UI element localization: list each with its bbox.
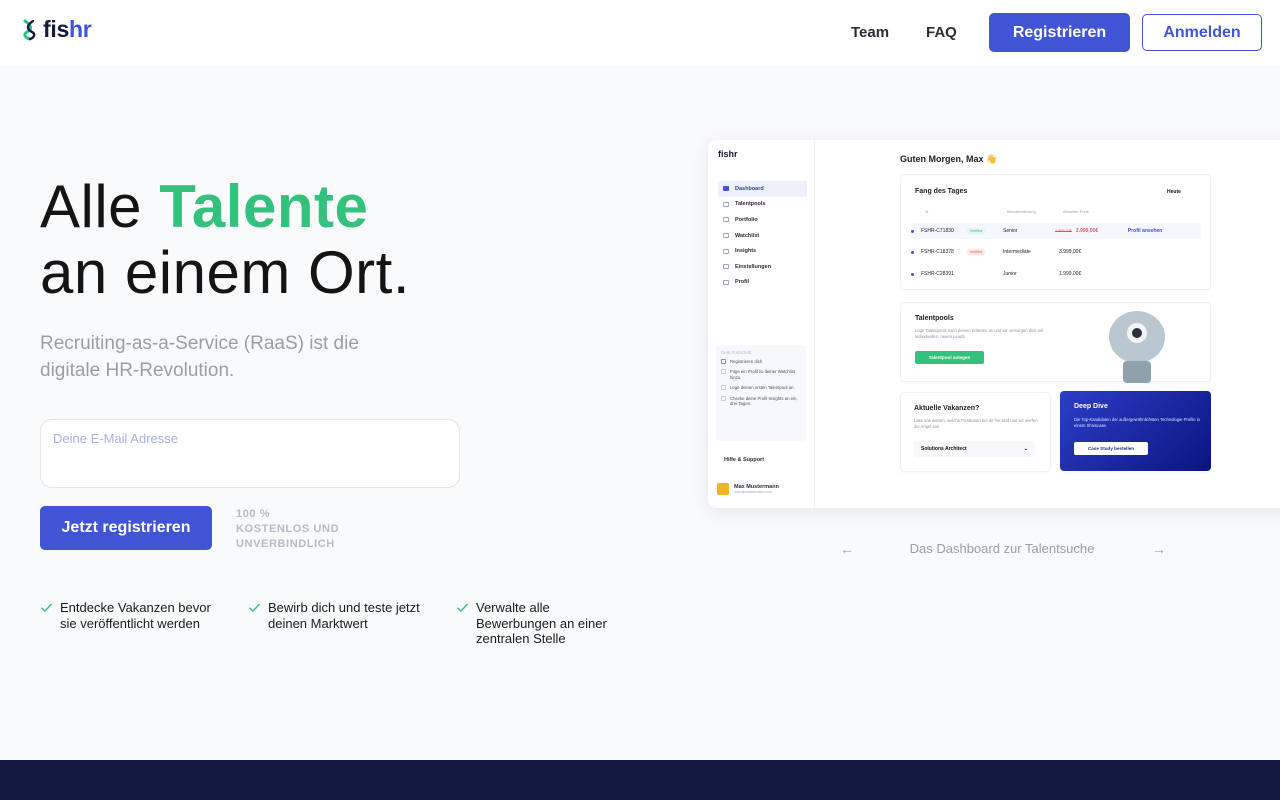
preview-sidebar: fishr Dashboard Talentpools Portfolio Wa… xyxy=(708,140,815,508)
arrow-right-icon[interactable]: → xyxy=(1152,541,1166,557)
preview-menu-item: Watchlist xyxy=(718,228,807,244)
preview-vakanzen-text: Lass uns wissen, welche Positionen bei d… xyxy=(914,418,1038,429)
settings-icon xyxy=(723,264,729,270)
preview-talentpools-text: Lege Talentpools nach deinen Kriterien a… xyxy=(915,328,1044,339)
feature-text: Bewirb dich und teste jetzt deinen Markt… xyxy=(268,600,420,631)
avatar xyxy=(717,483,729,495)
preview-fang-title: Fang des Tages xyxy=(915,188,968,195)
preview-deepdive-title: Deep Dive xyxy=(1074,403,1108,410)
preview-menu-item: Talentpools xyxy=(718,197,807,213)
dashboard-icon xyxy=(723,186,729,192)
preview-table-row: FSHR-C18378 Verified Intermediate 3.999,… xyxy=(911,244,1201,260)
fishr-logo-icon xyxy=(23,19,36,40)
preview-menu-item: Insights xyxy=(718,243,807,259)
carousel-caption: Das Dashboard zur Talentsuche xyxy=(909,541,1095,556)
hero-title-line2: an einem Ort. xyxy=(40,239,410,306)
preview-fang-period: Heute xyxy=(1167,189,1181,195)
login-button[interactable]: Anmelden xyxy=(1142,14,1262,51)
feature-item: Verwalte alle Bewerbungen an einer zentr… xyxy=(456,600,626,647)
free-note: 100 % KOSTENLOS UND UNVERBINDLICH xyxy=(236,508,340,550)
preview-progress-item: Lege deinen ersten Talentpool an. xyxy=(721,385,801,391)
nav-team-link[interactable]: Team xyxy=(851,24,889,41)
preview-talentpool-button: Talentpool anlegen xyxy=(915,351,984,364)
insights-icon xyxy=(723,248,729,254)
feature-item: Bewirb dich und teste jetzt deinen Markt… xyxy=(248,600,428,631)
feature-text: Verwalte alle Bewerbungen an einer zentr… xyxy=(476,600,607,646)
email-field[interactable]: Deine E-Mail Adresse xyxy=(40,419,460,488)
preview-deepdive-button: Case Study bestellen xyxy=(1074,442,1148,455)
preview-menu-item: Dashboard xyxy=(718,181,807,197)
preview-table-row: FSHR-C28391 Junior 1.999,00€ xyxy=(911,266,1201,282)
preview-vakanzen-select: Solutions Architect ⌄ xyxy=(914,441,1035,457)
preview-progress-item: Füge ein Profil zu deiner Watchlist hinz… xyxy=(721,369,801,380)
email-input[interactable] xyxy=(53,452,443,478)
logo-text: fishr xyxy=(43,16,92,42)
hero-title-highlight: Talente xyxy=(159,173,369,240)
nav-faq-link[interactable]: FAQ xyxy=(926,24,957,41)
preview-progress-item: Registrieren dich xyxy=(721,359,801,364)
watchlist-icon xyxy=(723,233,729,239)
preview-talentpools-title: Talentpools xyxy=(915,315,954,322)
preview-deepdive-text: Die Top-Kandidaten der außergewöhnlichst… xyxy=(1074,417,1201,428)
dashboard-preview-image: fishr Dashboard Talentpools Portfolio Wa… xyxy=(708,140,1280,508)
preview-vakanzen-title: Aktuelle Vakanzen? xyxy=(914,405,980,412)
profile-icon xyxy=(723,279,729,285)
preview-progress-title: Dein Fortschritt xyxy=(721,350,752,355)
preview-header-price: Aktueller Preis xyxy=(1063,209,1089,214)
preview-menu-item: Profil xyxy=(718,275,807,291)
register-button[interactable]: Registrieren xyxy=(989,13,1130,52)
signup-button[interactable]: Jetzt registrieren xyxy=(40,506,212,550)
preview-user: Max Mustermann max@mustermann.com xyxy=(717,483,779,495)
binocular-icon xyxy=(1109,311,1165,383)
pool-icon xyxy=(723,201,729,207)
email-label: Deine E-Mail Adresse xyxy=(53,431,178,446)
preview-deepdive-card: Deep Dive Die Top-Kandidaten der außerge… xyxy=(1060,391,1211,471)
preview-user-mail: max@mustermann.com xyxy=(734,490,773,494)
preview-talentpools-card: Talentpools Lege Talentpools nach deinen… xyxy=(900,302,1211,383)
preview-vakanzen-card: Aktuelle Vakanzen? Lass uns wissen, welc… xyxy=(900,392,1051,472)
preview-logo: fishr xyxy=(718,149,738,159)
feature-item: Entdecke Vakanzen bevor sie veröffentlic… xyxy=(40,600,225,631)
hero-subtitle: Recruiting-as-a-Service (RaaS) ist die d… xyxy=(40,333,359,381)
check-icon xyxy=(249,603,261,612)
preview-help: Hilfe & Support xyxy=(724,457,765,463)
carousel-controls: ← Das Dashboard zur Talentsuche → xyxy=(838,540,1168,558)
footer-band xyxy=(0,760,1280,800)
preview-table-row: FSHR-C71830 Verified Senior 2.999,00€ 2.… xyxy=(911,223,1201,239)
preview-menu: Dashboard Talentpools Portfolio Watchlis… xyxy=(718,181,807,290)
check-icon xyxy=(457,603,469,612)
feature-text: Entdecke Vakanzen bevor sie veröffentlic… xyxy=(60,600,211,631)
top-header: fishr Team FAQ Registrieren Anmelden xyxy=(0,0,1280,66)
preview-menu-item: Portfolio xyxy=(718,212,807,228)
preview-progress-item: Checke deine Profil-Insights an ein, dre… xyxy=(721,395,801,407)
check-icon xyxy=(41,603,53,612)
logo[interactable]: fishr xyxy=(21,16,92,43)
preview-greeting: Guten Morgen, Max 👋 xyxy=(900,154,998,164)
preview-header-id: Id xyxy=(925,209,929,214)
hero-title-prefix: Alle xyxy=(40,173,143,240)
hero-title: Alle Talente an einem Ort. xyxy=(40,174,410,306)
preview-menu-item: Einstellungen xyxy=(718,259,807,275)
preview-progress-card: Dein Fortschritt Registrieren dich Füge … xyxy=(716,345,806,441)
preview-header-exp: Berufserfahrung xyxy=(1007,209,1036,214)
preview-fang-card: Fang des Tages Heute Id Berufserfahrung … xyxy=(900,174,1211,290)
portfolio-icon xyxy=(723,217,729,223)
